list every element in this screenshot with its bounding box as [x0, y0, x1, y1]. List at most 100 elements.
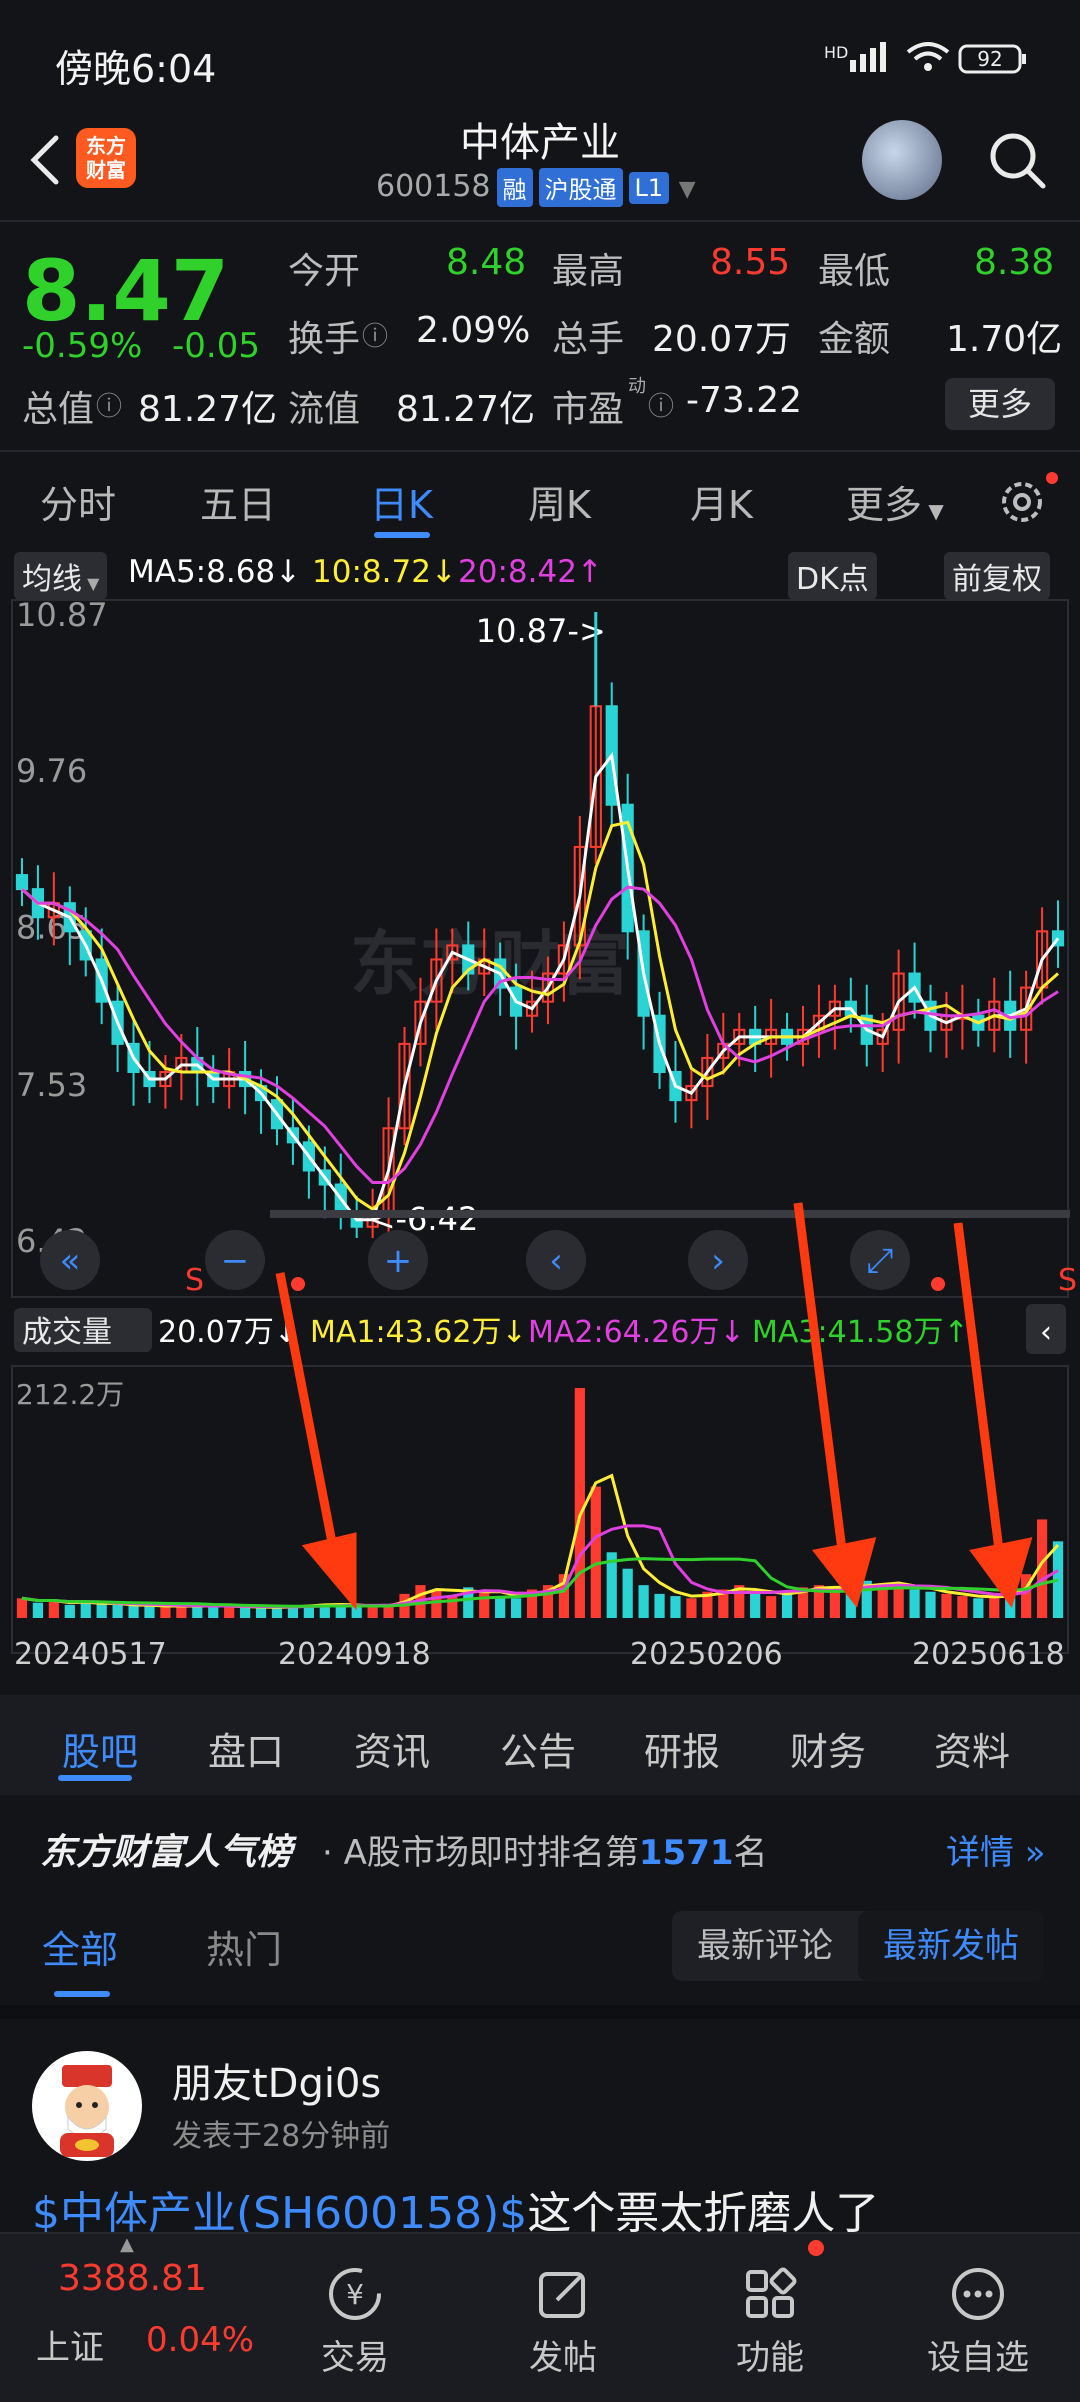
tab-research[interactable]: 研报 — [644, 1721, 720, 1776]
sell-signal-label: S — [1058, 1263, 1077, 1298]
tab-profile[interactable]: 资料 — [934, 1721, 1010, 1776]
signal-dot — [291, 1277, 305, 1291]
stock-code: 600158 — [376, 169, 491, 204]
tab-more-label: 更多 — [846, 483, 923, 527]
stock-code-row[interactable]: 600158 融沪股通 L1 ▼ — [376, 168, 696, 207]
post-username[interactable]: 朋友tDgi0s — [172, 2051, 381, 2109]
kline-chart[interactable]: 东方财富 10.879.768.657.536.42 10.87-><-6.42… — [0, 596, 1080, 1693]
back-arrow-icon[interactable] — [22, 130, 70, 190]
volume-bar — [112, 1604, 123, 1618]
connect-badge: 沪股通 — [538, 168, 623, 207]
compose-icon — [539, 2272, 585, 2318]
quote-panel: 8.47 -0.59% -0.05 今开 8.48 最高 8.55 最低 8.3… — [0, 220, 1080, 452]
more-button[interactable]: 更多 — [945, 378, 1055, 430]
x-tick-label: 20240918 — [278, 1637, 431, 1672]
nav-add-watchlist[interactable]: 设自选 — [898, 2234, 1058, 2379]
tab-five-day[interactable]: 五日 — [200, 474, 276, 529]
nav-functions-label: 功能 — [736, 2338, 804, 2378]
ranking-text: · A股市场即时排名第1571名 — [322, 1833, 768, 1873]
volume-bar — [941, 1593, 952, 1618]
notification-dot — [808, 2240, 824, 2256]
info-icon[interactable]: ⓘ — [96, 386, 122, 423]
tab-intraday[interactable]: 分时 — [40, 474, 116, 529]
tab-all[interactable]: 全部 — [42, 1919, 118, 1974]
volume-bar — [495, 1596, 506, 1618]
fullscreen-icon-glyph: ⤢ — [866, 1241, 893, 1281]
tab-pankou[interactable]: 盘口 — [208, 1721, 284, 1776]
prev-icon-glyph: ‹ — [549, 1241, 563, 1281]
y-tick-label: 10.87 — [16, 598, 108, 634]
volume-bar — [973, 1598, 984, 1618]
pe-superscript: 动 — [628, 376, 646, 397]
sort-latest-comment[interactable]: 最新评论 — [672, 1911, 858, 1981]
chevron-left-icon: ‹ — [1040, 1315, 1052, 1350]
signal-dot — [931, 1277, 945, 1291]
index-ticker[interactable]: ▲ 3388.81 上证 0.04% — [0, 2234, 254, 2402]
tab-more[interactable]: 更多 ▼ — [846, 474, 944, 529]
ranking-detail-link[interactable]: 详情 » — [946, 1825, 1046, 1874]
sort-latest-post[interactable]: 最新发帖 — [858, 1911, 1044, 1981]
feed-tabs: 全部 热门 最新评论 最新发帖 — [0, 1895, 1080, 2005]
volume-bar — [510, 1598, 522, 1618]
tab-weekly-k[interactable]: 周K — [528, 474, 591, 529]
tab-hot[interactable]: 热门 — [206, 1919, 282, 1974]
adjust-button[interactable]: 前复权 — [944, 552, 1050, 600]
volume-bar — [240, 1607, 251, 1618]
active-subtab-indicator — [58, 1775, 132, 1781]
zoom-in-icon-glyph: + — [384, 1241, 413, 1281]
tab-daily-k[interactable]: 日K — [370, 474, 433, 529]
popularity-ranking[interactable]: 东方财富人气榜 · A股市场即时排名第1571名 详情 » — [0, 1795, 1080, 1895]
nav-functions[interactable]: 功能 — [690, 2234, 850, 2379]
tab-monthly-k[interactable]: 月K — [690, 474, 753, 529]
ranking-suffix: 名 — [733, 1833, 768, 1873]
tab-announcements[interactable]: 公告 — [500, 1721, 576, 1776]
volume-bar — [750, 1593, 761, 1618]
volume-bar — [622, 1568, 633, 1618]
open-label: 今开 — [288, 251, 361, 292]
volume-bar — [686, 1598, 697, 1618]
nav-post[interactable]: 发帖 — [483, 2234, 643, 2379]
app-logo: 东方 财富 — [76, 128, 136, 188]
chart-scrollbar[interactable] — [270, 1210, 1070, 1218]
active-tab-indicator — [374, 532, 430, 538]
kline-chart-area[interactable]: 东方财富 10.879.768.657.536.42 10.87-><-6.42… — [0, 596, 1080, 1693]
x-tick-label: 20240517 — [14, 1637, 167, 1672]
nav-add-watchlist-label: 设自选 — [927, 2338, 1029, 2378]
search-icon[interactable] — [985, 128, 1049, 192]
trade-yuan-icon: ¥ — [329, 2268, 381, 2320]
nav-trade[interactable]: ¥ 交易 — [275, 2234, 435, 2379]
tab-finance[interactable]: 财务 — [790, 1721, 866, 1776]
vol-ma2: MA2:64.26万↓ — [528, 1315, 745, 1350]
ma20-value: 20:8.42↑ — [458, 554, 603, 590]
ma-dropdown[interactable]: 均线 ▼ — [14, 552, 108, 600]
volume-bar — [224, 1605, 235, 1618]
post-item[interactable]: 朋友tDgi0s 发表于28分钟前 $中体产业(SH600158)$这个票太折磨… — [0, 2005, 1080, 2249]
red-arrow-icon — [793, 1202, 848, 1559]
pe-value: -73.22 — [686, 380, 803, 421]
assistant-robot-icon[interactable] — [862, 120, 942, 200]
amount-value: 1.70亿 — [946, 319, 1063, 360]
volume-bar — [590, 1486, 601, 1618]
info-icon[interactable]: ⓘ — [648, 386, 674, 423]
change-percent: -0.59% — [22, 326, 143, 366]
tab-news[interactable]: 资讯 — [354, 1721, 430, 1776]
volume-bar — [128, 1605, 139, 1618]
info-icon[interactable]: ⓘ — [362, 316, 388, 353]
ranking-detail-label: 详情 — [946, 1833, 1014, 1873]
settings-gear-icon[interactable] — [996, 470, 1060, 534]
open-value: 8.48 — [446, 242, 527, 283]
ranking-prefix: A股市场即时排名第 — [343, 1833, 639, 1873]
double-chevron-right-icon: » — [1014, 1833, 1046, 1873]
mktcap-label: 总值 — [22, 389, 95, 430]
dk-point-button[interactable]: DK点 — [788, 552, 877, 600]
volume-bar — [32, 1602, 44, 1618]
index-value: 3388.81 — [58, 2258, 207, 2299]
avatar[interactable] — [32, 2051, 142, 2161]
volume-bar — [160, 1607, 171, 1618]
grid-apps-icon — [746, 2267, 797, 2318]
volume-value: 20.07万 — [652, 319, 792, 360]
tab-guba[interactable]: 股吧 — [62, 1721, 138, 1776]
volume-label: 成交量 — [22, 1315, 112, 1350]
y-tick-label: 7.53 — [16, 1066, 87, 1104]
network-type: HD — [824, 43, 848, 62]
